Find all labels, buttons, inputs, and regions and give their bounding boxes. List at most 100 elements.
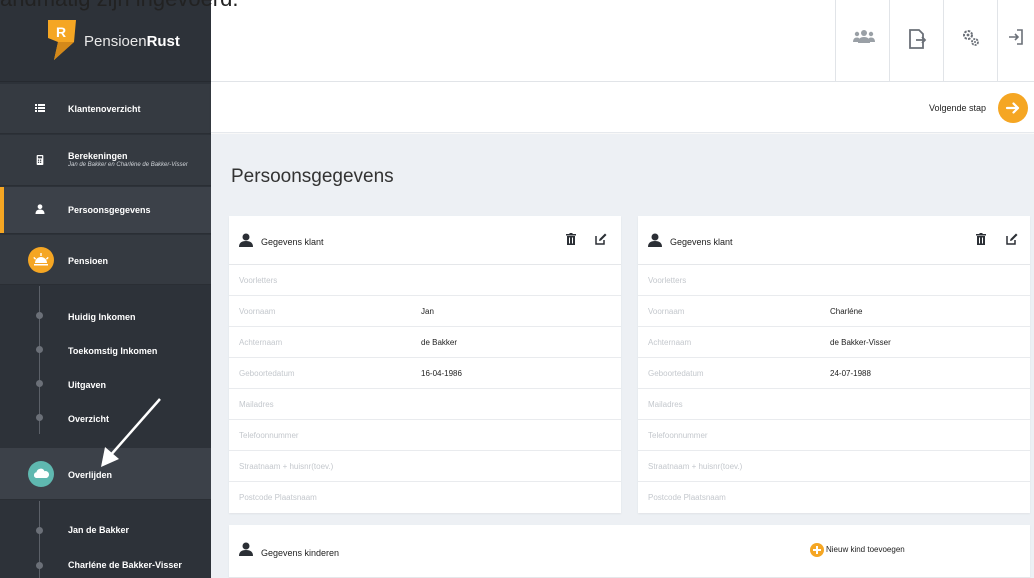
page-title: Persoonsgegevens [231, 166, 394, 187]
cloud-icon [28, 461, 54, 487]
topbar [211, 0, 1034, 82]
export-button[interactable] [889, 0, 943, 82]
sidebar-item-berekeningen[interactable]: Berekeningen Jan de Bakker en Charléne d… [0, 135, 211, 186]
subnav-item-jan-de-bakker[interactable]: Jan de Bakker [68, 525, 129, 535]
field-label: Voornaam [239, 307, 276, 316]
calculator-icon [36, 155, 44, 165]
subnav-dot [36, 414, 43, 421]
person-icon [648, 233, 662, 247]
subnav-dot [36, 312, 43, 319]
children-card: Gegevens kinderen Nieuw kind toevoegen [229, 525, 1030, 578]
field-label: Straatnaam + huisnr(toev.) [648, 462, 743, 471]
users-icon [853, 30, 875, 43]
person-icon [239, 542, 253, 556]
settings-button[interactable] [943, 0, 997, 82]
field-row[interactable]: Achternaam de Bakker [229, 327, 621, 358]
field-row[interactable]: Geboortedatum 16-04-1986 [229, 358, 621, 389]
field-row[interactable]: Voornaam Charléne [638, 296, 1030, 327]
card-title: Gegevens klant [261, 237, 324, 247]
person-icon [35, 204, 45, 214]
sidebar-item-label: Persoonsgegevens [68, 205, 151, 215]
next-step-label[interactable]: Volgende stap [929, 103, 986, 113]
app-name-bold: Rust [146, 33, 180, 50]
sidebar-item-label: Overlijden [68, 470, 113, 480]
field-label: Achternaam [648, 338, 692, 347]
field-row[interactable]: Achternaam de Bakker-Visser [638, 327, 1030, 358]
field-label: Voorletters [239, 276, 278, 285]
field-row[interactable]: Geboortedatum 24-07-1988 [638, 358, 1030, 389]
card-header: Gegevens klant [229, 216, 621, 265]
action-bar: Volgende stap [211, 83, 1034, 133]
sidebar-item-sublabel: Jan de Bakker en Charléne de Bakker-Viss… [68, 162, 188, 168]
sidebar-item-pensioen[interactable]: Pensioen [0, 235, 211, 285]
field-label: Mailadres [239, 400, 274, 409]
field-value[interactable]: de Bakker [421, 338, 457, 347]
subnav-dot [36, 380, 43, 387]
field-row[interactable]: Voorletters [638, 265, 1030, 296]
app-name-regular: Pensioen [84, 33, 147, 50]
field-row[interactable]: Telefoonnummer [638, 420, 1030, 451]
card-title: Gegevens kinderen [261, 548, 340, 558]
app-name: PensioenRust [84, 33, 180, 50]
field-label: Geboortedatum [239, 369, 295, 378]
field-value[interactable]: 16-04-1986 [421, 369, 462, 378]
client-card-1: Gegevens klant Voorletters Voornaam Jan Ach… [229, 216, 621, 513]
field-label: Telefoonnummer [648, 431, 708, 440]
field-value[interactable]: Charléne [830, 307, 862, 316]
trash-icon[interactable] [566, 233, 576, 245]
subnav-item-toekomstig-inkomen[interactable]: Toekomstig Inkomen [68, 346, 157, 356]
field-row[interactable]: Straatnaam + huisnr(toev.) [229, 451, 621, 482]
field-label: Postcode Plaatsnaam [239, 493, 317, 502]
caption-text: andmatig zijn ingevoerd. [0, 0, 238, 12]
field-value[interactable]: de Bakker-Visser [830, 338, 891, 347]
next-step-button[interactable] [998, 93, 1028, 123]
plus-icon [810, 543, 824, 557]
subnav-item-charlene-de-bakker-visser[interactable]: Charléne de Bakker-Visser [68, 560, 182, 570]
subnav-dot [36, 527, 43, 534]
field-row[interactable]: Telefoonnummer [229, 420, 621, 451]
field-value[interactable]: 24-07-1988 [830, 369, 871, 378]
settings-icon [963, 30, 979, 46]
logo-area: R PensioenRust [0, 0, 211, 82]
field-row[interactable]: Straatnaam + huisnr(toev.) [638, 451, 1030, 482]
field-label: Achternaam [239, 338, 283, 347]
active-indicator [0, 187, 4, 233]
sunset-icon [28, 247, 54, 273]
sidebar-item-label: Berekeningen [68, 151, 128, 161]
field-label: Straatnaam + huisnr(toev.) [239, 462, 334, 471]
sidebar-item-label: Klantenoverzicht [68, 104, 141, 114]
edit-icon[interactable] [1006, 233, 1018, 245]
field-label: Telefoonnummer [239, 431, 299, 440]
field-row[interactable]: Postcode Plaatsnaam [229, 482, 621, 513]
subnav-item-uitgaven[interactable]: Uitgaven [68, 380, 106, 390]
field-row[interactable]: Postcode Plaatsnaam [638, 482, 1030, 513]
field-value[interactable]: Jan [421, 307, 434, 316]
annotation-arrow-icon [101, 398, 161, 467]
trash-icon[interactable] [976, 233, 986, 245]
subnav-dot [36, 562, 43, 569]
field-row[interactable]: Mailadres [229, 389, 621, 420]
card-title: Gegevens klant [670, 237, 733, 247]
field-label: Voornaam [648, 307, 685, 316]
field-label: Postcode Plaatsnaam [648, 493, 726, 502]
field-row[interactable]: Voornaam Jan [229, 296, 621, 327]
main-content: Persoonsgegevens Gegevens klant Voorlett… [211, 134, 1034, 578]
users-button[interactable] [835, 0, 889, 82]
field-row[interactable]: Voorletters [229, 265, 621, 296]
sidebar-item-label: Pensioen [68, 256, 109, 266]
sidebar: R PensioenRust Klantenoverzicht Berekeni… [0, 0, 211, 578]
field-row[interactable]: Mailadres [638, 389, 1030, 420]
sidebar-item-klantenoverzicht[interactable]: Klantenoverzicht [0, 84, 211, 134]
arrow-right-icon [1005, 102, 1020, 114]
add-child-label: Nieuw kind toevoegen [826, 545, 905, 554]
logout-button[interactable] [997, 0, 1034, 82]
list-icon [35, 104, 45, 112]
logo-icon: R [48, 20, 76, 60]
person-icon [239, 233, 253, 247]
sidebar-item-persoonsgegevens[interactable]: Persoonsgegevens [0, 187, 211, 234]
subnav-item-huidig-inkomen[interactable]: Huidig Inkomen [68, 312, 136, 322]
client-card-2: Gegevens klant Voorletters Voornaam Charlé… [638, 216, 1030, 513]
card-header: Gegevens kinderen Nieuw kind toevoegen [229, 525, 1030, 578]
field-label: Voorletters [648, 276, 687, 285]
edit-icon[interactable] [595, 233, 607, 245]
